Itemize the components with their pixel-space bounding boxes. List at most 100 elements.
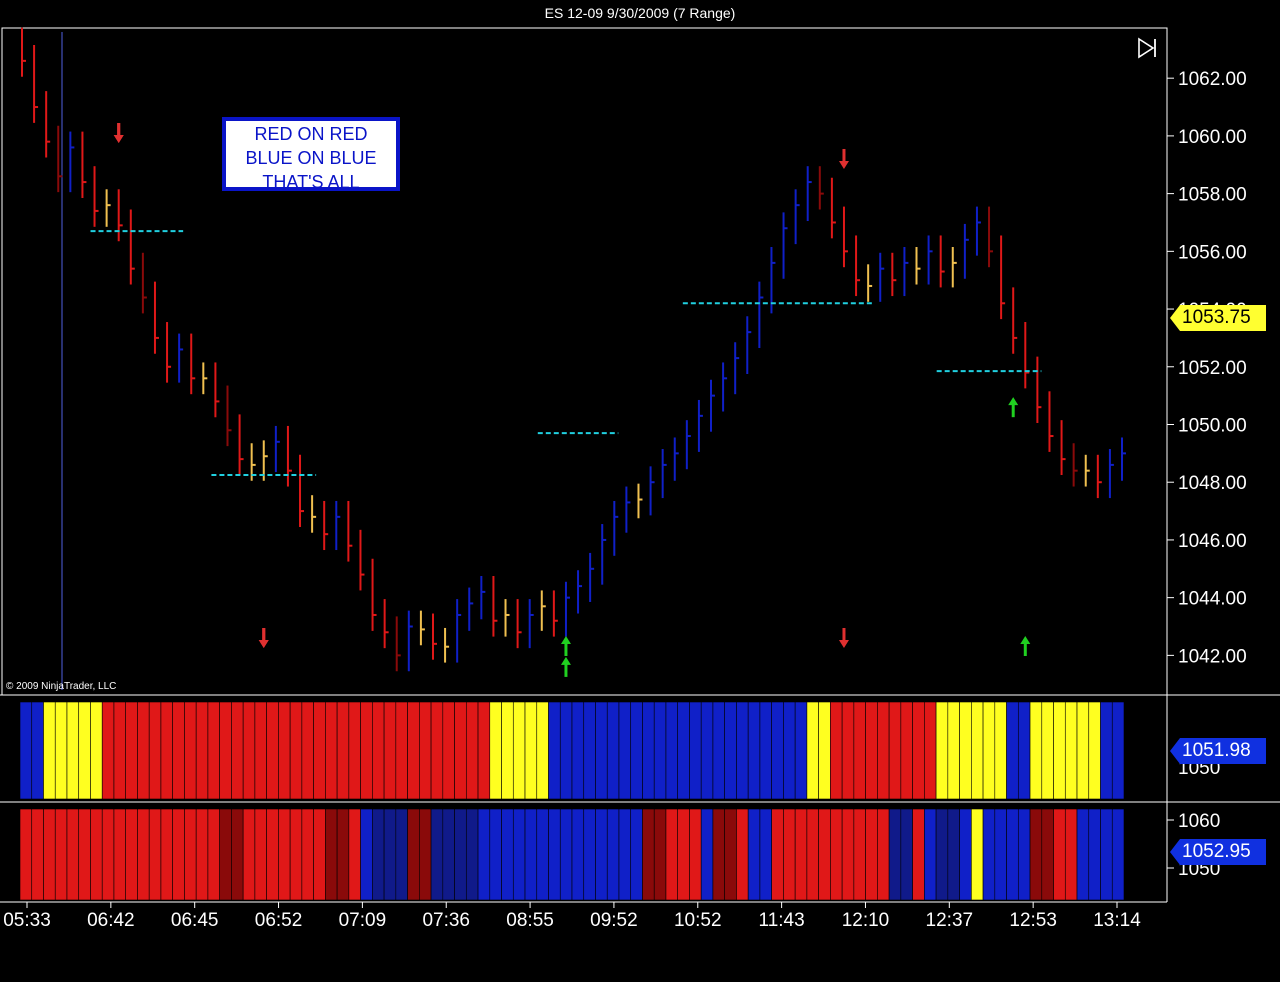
indicator-1-cell xyxy=(31,701,44,800)
indicator-1-cell xyxy=(301,701,314,800)
indicator-1-cell xyxy=(606,701,620,800)
indicator-2-cell xyxy=(947,808,960,901)
indicator-1-cell xyxy=(501,701,514,800)
indicator-1-cell xyxy=(888,701,902,800)
time-tick-label: 12:37 xyxy=(926,910,974,931)
indicator-1-cell xyxy=(1111,701,1125,800)
indicator-1-cell xyxy=(971,701,984,800)
indicator-2-cell xyxy=(982,808,996,901)
indicator-2-cell xyxy=(1088,808,1101,901)
indicator-1-cell xyxy=(877,701,890,800)
indicator-1-cell xyxy=(677,701,690,800)
long-signal-arrow-head xyxy=(560,656,571,665)
indicator-2-cell xyxy=(912,808,925,901)
indicator-1-cell xyxy=(1053,701,1066,800)
indicator-2-cell xyxy=(477,808,491,901)
indicator-2-cell xyxy=(665,808,679,901)
indicator-2-cell xyxy=(383,808,397,901)
indicator-2-cell xyxy=(219,808,232,901)
indicator-2-cell xyxy=(1111,808,1125,901)
indicator-2-cell xyxy=(19,808,33,901)
indicator-2-cell xyxy=(583,808,596,901)
price-tick-label: 1056.00 xyxy=(1178,242,1247,263)
indicator-2-cell xyxy=(924,808,937,901)
time-tick-label: 13:14 xyxy=(1093,910,1141,931)
indicator-1-cell xyxy=(900,701,913,800)
indicator-1-cell xyxy=(113,701,127,800)
indicator-2-cell xyxy=(289,808,303,901)
indicator-2-cell xyxy=(489,808,502,901)
indicator-2-cell xyxy=(794,808,808,901)
indicator-2-cell xyxy=(1041,808,1054,901)
indicator-1-value-tag: 1051.98 xyxy=(1170,738,1266,764)
price-panel-frame xyxy=(1,27,1168,696)
indicator-1-cell xyxy=(242,701,256,800)
skip-to-end-icon[interactable] xyxy=(1137,37,1159,59)
indicator-2-cell xyxy=(759,808,772,901)
indicator-1-cell xyxy=(665,701,679,800)
time-tick-label: 07:09 xyxy=(339,910,387,931)
price-tick-label: 1044.00 xyxy=(1178,589,1247,610)
indicator-2-cell xyxy=(101,808,115,901)
price-tick-label: 1060.00 xyxy=(1178,127,1247,148)
indicator-2-cell xyxy=(66,808,80,901)
indicator-2-value-tag: 1052.95 xyxy=(1170,839,1266,865)
indicator-1-cell xyxy=(994,701,1007,800)
time-tick-label: 12:53 xyxy=(1009,910,1057,931)
indicator-1-cell xyxy=(336,701,350,800)
indicator-1-cell xyxy=(43,701,56,800)
indicator-1-cell xyxy=(1017,701,1031,800)
indicator-2-cell xyxy=(818,808,831,901)
indicator-2-cell xyxy=(184,808,197,901)
price-tick-label: 1058.00 xyxy=(1178,185,1247,206)
indicator-2-cell xyxy=(771,808,784,901)
indicator-1-cell xyxy=(818,701,831,800)
indicator-1-cell xyxy=(794,701,808,800)
indicator-1-cell xyxy=(184,701,197,800)
indicator-1-cell xyxy=(372,701,385,800)
indicator-2-cell xyxy=(642,808,655,901)
indicator-1-cell xyxy=(278,701,291,800)
indicator-2-cell xyxy=(736,808,749,901)
indicator-2-cell xyxy=(125,808,138,901)
indicator-2-cell xyxy=(806,808,819,901)
indicator-2-cell xyxy=(1029,808,1043,901)
time-tick-label: 09:52 xyxy=(590,910,638,931)
time-tick-label: 12:10 xyxy=(842,910,890,931)
indicator-1-cell xyxy=(1076,701,1090,800)
indicator-2-cell xyxy=(43,808,56,901)
indicator-2-cell xyxy=(677,808,690,901)
indicator-1-cell xyxy=(477,701,491,800)
indicator-2-cell xyxy=(536,808,549,901)
short-signal-arrow-head xyxy=(113,135,124,144)
price-tick-label: 1050.00 xyxy=(1178,415,1247,436)
indicator-2-cell xyxy=(336,808,350,901)
indicator-1-cell xyxy=(712,701,725,800)
indicator-2-cell xyxy=(1017,808,1031,901)
indicator-2-cell xyxy=(877,808,890,901)
indicator-2-cell xyxy=(618,808,632,901)
price-tick-label: 1048.00 xyxy=(1178,473,1247,494)
indicator-2-cell xyxy=(865,808,878,901)
indicator-1-cell xyxy=(219,701,232,800)
indicator-2-cell xyxy=(348,808,361,901)
indicator-1-cell xyxy=(865,701,878,800)
indicator-1-cell xyxy=(700,701,714,800)
indicator-2-cell xyxy=(372,808,385,901)
indicator-1-cell xyxy=(1029,701,1043,800)
price-tick-label: 1042.00 xyxy=(1178,646,1247,667)
time-tick-label: 06:42 xyxy=(87,910,135,931)
indicator-1-cell xyxy=(231,701,244,800)
indicator-panel-2: 10601050 xyxy=(19,808,1220,901)
time-axis: 05:33 06:42 06:45 06:52 07:09 07:36 08:55 09:52… xyxy=(3,902,1141,931)
indicator-1-cell xyxy=(1041,701,1054,800)
indicator-panel-1: 1050 xyxy=(19,701,1220,800)
indicator-1-cell xyxy=(1006,701,1019,800)
indicator-1-cell xyxy=(1088,701,1101,800)
indicator-2-cell xyxy=(700,808,714,901)
chart-canvas[interactable]: 1062.001060.001058.001056.001054.001052.… xyxy=(0,0,1280,982)
indicator-2-cell xyxy=(548,808,561,901)
indicator-2-cell xyxy=(442,808,455,901)
indicator-2-cell xyxy=(900,808,913,901)
indicator-2-cell xyxy=(148,808,162,901)
